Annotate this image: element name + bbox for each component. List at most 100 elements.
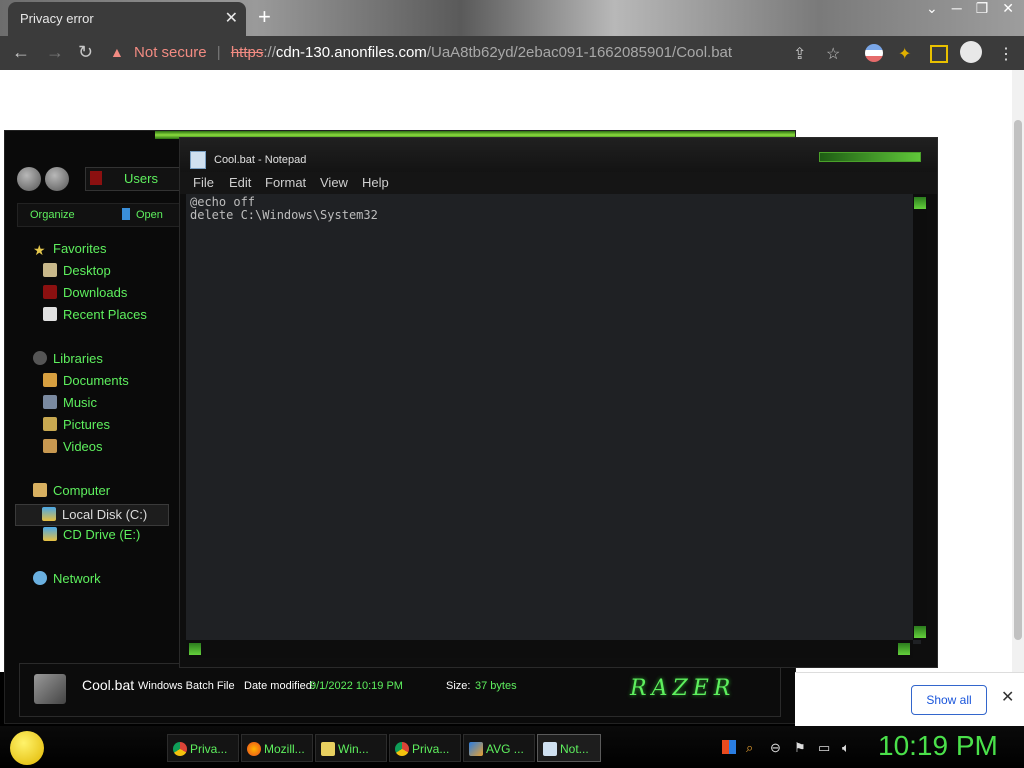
size-value: 37 bytes xyxy=(475,680,517,692)
chevron-down-icon[interactable]: ⌄ xyxy=(926,0,938,16)
chrome-icon xyxy=(395,742,409,756)
taskbar-item-notepad[interactable]: Not... xyxy=(537,734,601,762)
open-button[interactable]: Open xyxy=(136,209,163,221)
status-icon[interactable]: ⊖ xyxy=(770,740,781,756)
folder-icon xyxy=(90,171,102,185)
more-menu-icon[interactable]: ⋮ xyxy=(998,44,1014,64)
network-icon xyxy=(33,571,47,585)
text-line: delete C:\Windows\System32 xyxy=(190,208,378,222)
start-button[interactable] xyxy=(10,731,44,765)
reload-icon[interactable]: ↻ xyxy=(78,42,93,63)
taskbar-item-chrome-1[interactable]: Priva... xyxy=(167,734,239,762)
menu-format[interactable]: Format xyxy=(265,175,306,190)
nav-item-downloads[interactable]: Downloads xyxy=(43,285,127,300)
computer-header[interactable]: Computer xyxy=(33,483,110,498)
libraries-header[interactable]: Libraries xyxy=(33,351,103,366)
search-icon[interactable]: ⌕ xyxy=(746,740,753,756)
nav-item-videos[interactable]: Videos xyxy=(43,439,103,454)
back-icon[interactable]: ← xyxy=(12,42,30,63)
volume-icon[interactable]: 🔈︎ xyxy=(842,740,850,756)
notepad-text-area[interactable]: @echo off delete C:\Windows\System32 xyxy=(186,194,921,644)
libraries-label: Libraries xyxy=(53,351,103,366)
cd-drive-icon xyxy=(43,527,57,541)
clock[interactable]: 10:19 PM xyxy=(878,730,998,762)
nav-item-documents[interactable]: Documents xyxy=(43,373,129,388)
bookmark-star-icon[interactable]: ☆ xyxy=(826,44,840,64)
details-pane: Cool.bat Windows Batch File Date modifie… xyxy=(19,663,781,717)
breadcrumb[interactable]: Users xyxy=(85,167,187,191)
security-center-icon[interactable] xyxy=(722,740,736,754)
window-control-buttons[interactable] xyxy=(819,152,921,162)
url-path: /UaA8tb62yd/2ebac091-1662085901/Cool.bat xyxy=(426,44,733,61)
restore-icon[interactable]: ❐ xyxy=(976,0,989,16)
warning-icon: ▲ xyxy=(110,44,124,60)
download-bar: Show all ✕ xyxy=(795,672,1024,727)
forward-icon[interactable]: → xyxy=(46,42,64,63)
nav-item-pictures[interactable]: Pictures xyxy=(43,417,110,432)
forward-circle-icon[interactable] xyxy=(45,167,69,191)
url-host: cdn-130.anonfiles.com xyxy=(275,44,427,61)
network-tray-icon[interactable]: ▭ xyxy=(818,740,830,756)
file-type: Windows Batch File xyxy=(138,680,235,692)
extensions-icon[interactable]: ✦ xyxy=(898,44,911,64)
close-icon[interactable]: ✕ xyxy=(1001,687,1014,707)
vertical-scrollbar[interactable] xyxy=(913,194,927,640)
page-scrollbar-thumb[interactable] xyxy=(1014,120,1022,640)
profile-flag-icon[interactable] xyxy=(865,44,883,62)
omnibox[interactable]: ▲ Not secure | https://cdn-130.anonfiles… xyxy=(110,40,830,66)
star-icon: ★ xyxy=(33,242,46,258)
side-panel-icon[interactable] xyxy=(930,45,948,63)
razer-logo: RAZER xyxy=(630,676,736,701)
favorites-header[interactable]: ★ Favorites xyxy=(33,241,106,258)
nav-item-desktop[interactable]: Desktop xyxy=(43,263,111,278)
close-window-icon[interactable]: ✕ xyxy=(1002,0,1014,16)
nav-item-music[interactable]: Music xyxy=(43,395,97,410)
scroll-down-icon[interactable] xyxy=(914,626,926,638)
close-tab-icon[interactable]: ✕ xyxy=(225,8,238,28)
notepad-icon xyxy=(190,151,206,169)
organize-button[interactable]: Organize xyxy=(30,209,75,221)
taskbar: Priva... Mozill... Win... Priva... AVG .… xyxy=(0,726,1024,768)
security-label: Not secure xyxy=(134,44,207,61)
url-separator: :// xyxy=(263,44,276,61)
back-circle-icon[interactable] xyxy=(17,167,41,191)
documents-icon xyxy=(43,373,57,387)
taskbar-item-firefox[interactable]: Mozill... xyxy=(241,734,313,762)
share-icon[interactable]: ⇪ xyxy=(793,44,806,64)
nav-item-local-disk[interactable]: Local Disk (C:) xyxy=(15,504,169,526)
libraries-icon xyxy=(33,351,47,365)
window-controls: ⌄ ─ ❐ ✕ xyxy=(912,0,1014,17)
horizontal-scrollbar[interactable] xyxy=(186,640,913,658)
local-disk-icon xyxy=(42,507,56,521)
divider: | xyxy=(216,44,221,61)
scroll-up-icon[interactable] xyxy=(914,197,926,209)
flag-icon[interactable]: ⚑ xyxy=(794,740,806,756)
scroll-left-icon[interactable] xyxy=(189,643,201,655)
taskbar-item-avg[interactable]: AVG ... xyxy=(463,734,535,762)
menu-edit[interactable]: Edit xyxy=(229,175,251,190)
nav-label: Music xyxy=(63,395,97,410)
menu-view[interactable]: View xyxy=(320,175,348,190)
new-tab-button[interactable]: + xyxy=(258,4,271,30)
videos-icon xyxy=(43,439,57,453)
url-scheme: https xyxy=(230,44,264,61)
scroll-right-icon[interactable] xyxy=(898,643,910,655)
address-bar: ← → ↻ ▲ Not secure | https://cdn-130.ano… xyxy=(0,36,1024,70)
gear-file-icon xyxy=(34,674,66,704)
open-icon xyxy=(122,208,130,220)
menu-help[interactable]: Help xyxy=(362,175,389,190)
explorer-icon xyxy=(321,742,335,756)
browser-tab[interactable]: Privacy error ✕ xyxy=(8,2,246,36)
menu-file[interactable]: File xyxy=(193,175,214,190)
show-all-button[interactable]: Show all xyxy=(911,685,987,715)
nav-item-recent-places[interactable]: Recent Places xyxy=(43,307,147,322)
taskbar-item-explorer[interactable]: Win... xyxy=(315,734,387,762)
nav-item-cd-drive[interactable]: CD Drive (E:) xyxy=(43,527,140,542)
avatar[interactable] xyxy=(960,41,982,63)
taskbar-item-chrome-2[interactable]: Priva... xyxy=(389,734,461,762)
taskbar-label: Mozill... xyxy=(264,742,305,756)
network-header[interactable]: Network xyxy=(33,571,101,586)
computer-icon xyxy=(33,483,47,497)
avg-icon xyxy=(469,742,483,756)
minimize-icon[interactable]: ─ xyxy=(952,0,962,16)
